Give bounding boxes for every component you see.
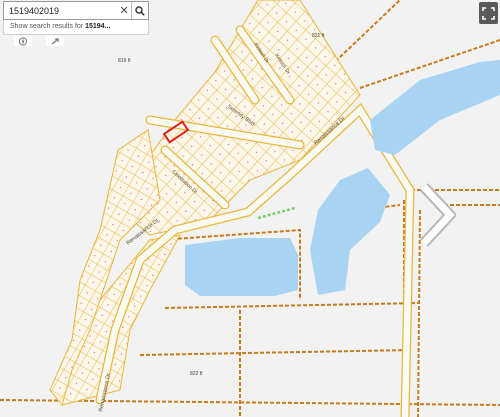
compass-button[interactable] bbox=[14, 36, 32, 46]
compass-icon bbox=[18, 36, 28, 46]
elevation-label: 819 ft bbox=[118, 58, 131, 64]
search-button[interactable] bbox=[131, 2, 148, 19]
suggestion-query: 15194... bbox=[85, 23, 111, 30]
locate-button[interactable] bbox=[46, 36, 64, 46]
close-icon[interactable]: ✕ bbox=[117, 2, 131, 19]
elevation-label: 822 ft bbox=[190, 371, 203, 377]
search-suggestion[interactable]: Show search results for 15194... bbox=[3, 20, 149, 35]
locate-icon bbox=[51, 37, 59, 44]
expand-button[interactable] bbox=[479, 2, 498, 24]
search-box: ✕ bbox=[3, 1, 149, 20]
suggestion-prefix: Show search results for bbox=[10, 23, 86, 30]
chevron-right-icon[interactable] bbox=[418, 183, 456, 247]
elevation-label: 821 ft bbox=[312, 33, 325, 39]
search-icon bbox=[135, 5, 145, 16]
pond-south-west bbox=[185, 238, 298, 296]
expand-icon bbox=[482, 6, 495, 20]
search-input[interactable] bbox=[4, 2, 117, 19]
